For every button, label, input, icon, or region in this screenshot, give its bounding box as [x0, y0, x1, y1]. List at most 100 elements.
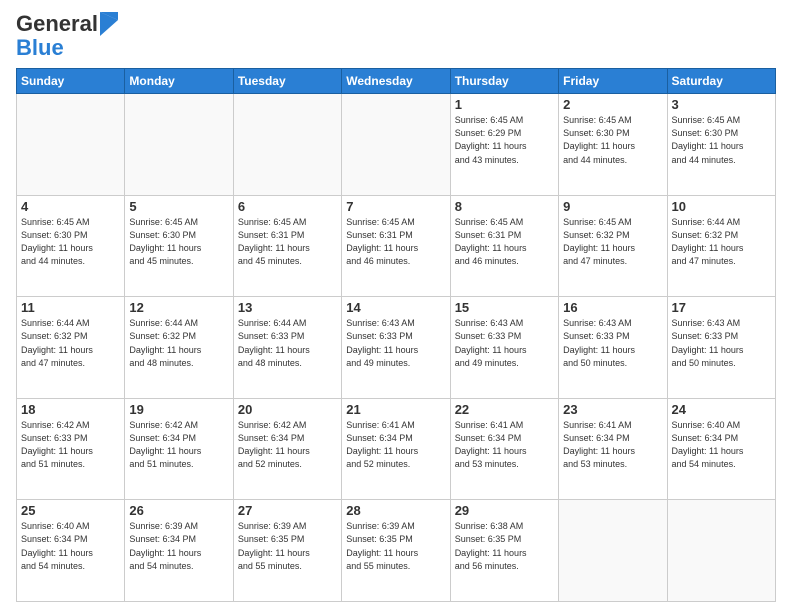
day-info: Sunrise: 6:45 AM Sunset: 6:30 PM Dayligh… [129, 216, 228, 268]
calendar-cell: 9 Sunrise: 6:45 AM Sunset: 6:32 PM Daylig… [559, 195, 667, 297]
header: General Blue [16, 12, 776, 60]
calendar-cell: 27Sunrise: 6:39 AM Sunset: 6:35 PM Dayli… [233, 500, 341, 602]
day-number: 19 [129, 402, 228, 417]
day-number: 12 [129, 300, 228, 315]
calendar-cell: 29 Sunrise: 6:38 AM Sunset: 6:35 PM Dayli… [450, 500, 558, 602]
calendar-cell: 8 Sunrise: 6:45 AM Sunset: 6:31 PM Daylig… [450, 195, 558, 297]
day-info: Sunrise: 6:43 AM Sunset: 6:33 PM Dayligh… [346, 317, 445, 369]
day-info: Sunrise: 6:41 AM Sunset: 6:34 PM Dayligh… [455, 419, 554, 471]
day-info: Sunrise: 6:41 AM Sunset: 6:34 PM Dayligh… [346, 419, 445, 471]
day-number: 23 [563, 402, 662, 417]
day-info: Sunrise: 6:44 AM Sunset: 6:32 PM Dayligh… [21, 317, 120, 369]
day-info: Sunrise: 6:45 AM Sunset: 6:30 PM Dayligh… [672, 114, 771, 166]
day-info: Sunrise: 6:40 AM Sunset: 6:34 PM Dayligh… [672, 419, 771, 471]
calendar-cell: 22 Sunrise: 6:41 AM Sunset: 6:34 PM Dayli… [450, 398, 558, 500]
calendar-cell: 21 Sunrise: 6:41 AM Sunset: 6:34 PM Dayli… [342, 398, 450, 500]
calendar-cell: 24 Sunrise: 6:40 AM Sunset: 6:34 PM Dayli… [667, 398, 775, 500]
calendar-cell [233, 94, 341, 196]
day-number: 7 [346, 199, 445, 214]
calendar-cell [342, 94, 450, 196]
calendar-cell: 23 Sunrise: 6:41 AM Sunset: 6:34 PM Dayli… [559, 398, 667, 500]
calendar-cell: 3 Sunrise: 6:45 AM Sunset: 6:30 PM Daylig… [667, 94, 775, 196]
day-number: 3 [672, 97, 771, 112]
calendar-cell: 13 Sunrise: 6:44 AM Sunset: 6:33 PM Dayli… [233, 297, 341, 399]
day-number: 13 [238, 300, 337, 315]
calendar-cell: 17Sunrise: 6:43 AM Sunset: 6:33 PM Dayli… [667, 297, 775, 399]
calendar: SundayMondayTuesdayWednesdayThursdayFrid… [16, 68, 776, 602]
calendar-cell: 28Sunrise: 6:39 AM Sunset: 6:35 PM Dayli… [342, 500, 450, 602]
day-header-friday: Friday [559, 69, 667, 94]
day-info: Sunrise: 6:44 AM Sunset: 6:33 PM Dayligh… [238, 317, 337, 369]
calendar-cell: 4 Sunrise: 6:45 AM Sunset: 6:30 PM Daylig… [17, 195, 125, 297]
calendar-cell: 14 Sunrise: 6:43 AM Sunset: 6:33 PM Dayli… [342, 297, 450, 399]
day-info: Sunrise: 6:41 AM Sunset: 6:34 PM Dayligh… [563, 419, 662, 471]
day-number: 17 [672, 300, 771, 315]
day-header-saturday: Saturday [667, 69, 775, 94]
day-info: Sunrise: 6:40 AM Sunset: 6:34 PM Dayligh… [21, 520, 120, 572]
calendar-cell: 19 Sunrise: 6:42 AM Sunset: 6:34 PM Dayli… [125, 398, 233, 500]
calendar-week-3: 18 Sunrise: 6:42 AM Sunset: 6:33 PM Dayli… [17, 398, 776, 500]
day-number: 20 [238, 402, 337, 417]
day-info: Sunrise: 6:39 AM Sunset: 6:34 PM Dayligh… [129, 520, 228, 572]
day-number: 4 [21, 199, 120, 214]
logo-text-general: General [16, 12, 98, 36]
day-info: Sunrise: 6:45 AM Sunset: 6:30 PM Dayligh… [563, 114, 662, 166]
day-number: 29 [455, 503, 554, 518]
day-info: Sunrise: 6:44 AM Sunset: 6:32 PM Dayligh… [129, 317, 228, 369]
calendar-week-4: 25 Sunrise: 6:40 AM Sunset: 6:34 PM Dayli… [17, 500, 776, 602]
day-header-wednesday: Wednesday [342, 69, 450, 94]
day-header-thursday: Thursday [450, 69, 558, 94]
calendar-cell: 6Sunrise: 6:45 AM Sunset: 6:31 PM Daylig… [233, 195, 341, 297]
calendar-cell: 25 Sunrise: 6:40 AM Sunset: 6:34 PM Dayli… [17, 500, 125, 602]
day-header-sunday: Sunday [17, 69, 125, 94]
calendar-cell: 15 Sunrise: 6:43 AM Sunset: 6:33 PM Dayli… [450, 297, 558, 399]
calendar-cell [559, 500, 667, 602]
day-info: Sunrise: 6:38 AM Sunset: 6:35 PM Dayligh… [455, 520, 554, 572]
calendar-cell: 18 Sunrise: 6:42 AM Sunset: 6:33 PM Dayli… [17, 398, 125, 500]
calendar-cell: 2Sunrise: 6:45 AM Sunset: 6:30 PM Daylig… [559, 94, 667, 196]
day-info: Sunrise: 6:43 AM Sunset: 6:33 PM Dayligh… [455, 317, 554, 369]
day-number: 24 [672, 402, 771, 417]
day-info: Sunrise: 6:45 AM Sunset: 6:32 PM Dayligh… [563, 216, 662, 268]
calendar-cell: 10 Sunrise: 6:44 AM Sunset: 6:32 PM Dayli… [667, 195, 775, 297]
day-number: 14 [346, 300, 445, 315]
calendar-cell [17, 94, 125, 196]
calendar-cell: 1 Sunrise: 6:45 AM Sunset: 6:29 PM Daylig… [450, 94, 558, 196]
day-number: 8 [455, 199, 554, 214]
calendar-header-row: SundayMondayTuesdayWednesdayThursdayFrid… [17, 69, 776, 94]
day-info: Sunrise: 6:42 AM Sunset: 6:33 PM Dayligh… [21, 419, 120, 471]
calendar-cell [125, 94, 233, 196]
day-number: 9 [563, 199, 662, 214]
day-number: 25 [21, 503, 120, 518]
day-info: Sunrise: 6:45 AM Sunset: 6:29 PM Dayligh… [455, 114, 554, 166]
calendar-cell: 16Sunrise: 6:43 AM Sunset: 6:33 PM Dayli… [559, 297, 667, 399]
day-number: 26 [129, 503, 228, 518]
day-header-monday: Monday [125, 69, 233, 94]
day-info: Sunrise: 6:44 AM Sunset: 6:32 PM Dayligh… [672, 216, 771, 268]
day-number: 18 [21, 402, 120, 417]
day-info: Sunrise: 6:43 AM Sunset: 6:33 PM Dayligh… [563, 317, 662, 369]
page: General Blue SundayMondayTuesdayWednesda… [0, 0, 792, 612]
day-info: Sunrise: 6:39 AM Sunset: 6:35 PM Dayligh… [238, 520, 337, 572]
logo-icon [100, 12, 118, 36]
day-number: 22 [455, 402, 554, 417]
day-number: 15 [455, 300, 554, 315]
day-number: 11 [21, 300, 120, 315]
calendar-cell [667, 500, 775, 602]
calendar-week-1: 4 Sunrise: 6:45 AM Sunset: 6:30 PM Daylig… [17, 195, 776, 297]
day-number: 21 [346, 402, 445, 417]
calendar-cell: 11 Sunrise: 6:44 AM Sunset: 6:32 PM Dayli… [17, 297, 125, 399]
calendar-cell: 5 Sunrise: 6:45 AM Sunset: 6:30 PM Daylig… [125, 195, 233, 297]
logo-text-blue: Blue [16, 35, 64, 60]
logo: General Blue [16, 12, 118, 60]
day-info: Sunrise: 6:45 AM Sunset: 6:30 PM Dayligh… [21, 216, 120, 268]
day-number: 28 [346, 503, 445, 518]
day-number: 5 [129, 199, 228, 214]
day-header-tuesday: Tuesday [233, 69, 341, 94]
day-number: 1 [455, 97, 554, 112]
day-info: Sunrise: 6:45 AM Sunset: 6:31 PM Dayligh… [346, 216, 445, 268]
day-info: Sunrise: 6:45 AM Sunset: 6:31 PM Dayligh… [455, 216, 554, 268]
day-number: 10 [672, 199, 771, 214]
day-info: Sunrise: 6:42 AM Sunset: 6:34 PM Dayligh… [129, 419, 228, 471]
calendar-cell: 20Sunrise: 6:42 AM Sunset: 6:34 PM Dayli… [233, 398, 341, 500]
